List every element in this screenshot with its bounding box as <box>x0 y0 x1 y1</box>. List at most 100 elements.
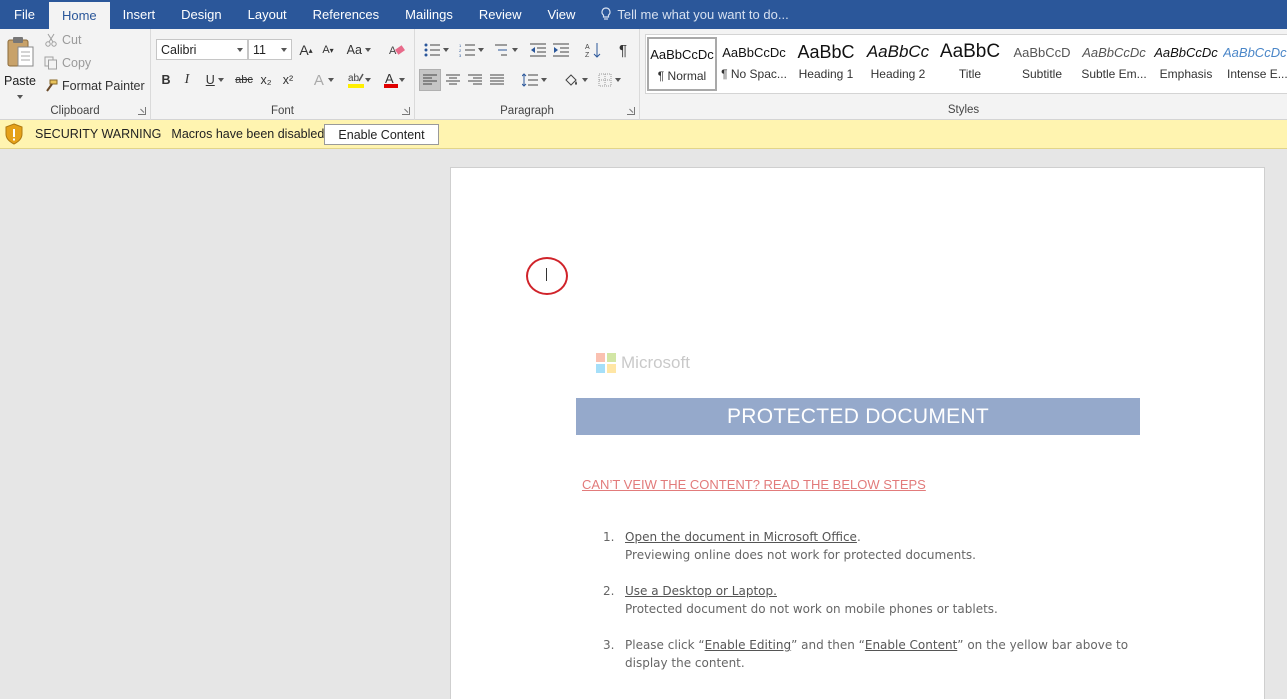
show-formatting-button[interactable]: ¶ <box>613 39 633 61</box>
enable-content-button[interactable]: Enable Content <box>324 124 439 145</box>
svg-text:Z: Z <box>585 52 590 58</box>
step-detail: Protected document do not work on mobile… <box>625 602 998 616</box>
change-case-button[interactable]: Aa <box>343 39 375 61</box>
underline-button[interactable]: U <box>200 69 230 91</box>
style-emphasis[interactable]: AaBbCcDc Emphasis <box>1151 37 1221 91</box>
tab-home[interactable]: Home <box>48 2 110 29</box>
style-name: ¶ Normal <box>657 69 707 83</box>
strikethrough-button[interactable]: abc <box>233 69 255 91</box>
subscript-button[interactable]: x₂ <box>257 69 275 91</box>
align-right-button[interactable] <box>464 69 486 91</box>
clear-formatting-button[interactable]: A <box>387 39 407 61</box>
highlight-color-button[interactable]: ab <box>343 69 375 91</box>
sort-button[interactable]: AZ <box>583 39 603 61</box>
enable-content-link: Enable Content <box>864 638 958 652</box>
security-warning-title: SECURITY WARNING <box>35 127 162 141</box>
ribbon-tab-bar: File Home Insert Design Layout Reference… <box>0 0 1287 29</box>
tab-layout[interactable]: Layout <box>235 0 300 29</box>
chevron-down-icon[interactable] <box>17 95 23 99</box>
cursor-highlight-circle <box>526 257 568 295</box>
style-no-spacing[interactable]: AaBbCcDc ¶ No Spac... <box>719 37 789 91</box>
tab-insert[interactable]: Insert <box>110 0 169 29</box>
font-color-button[interactable]: A <box>379 69 409 91</box>
list-item: 3. Please click “Enable Editing” and the… <box>603 636 1143 672</box>
bold-button[interactable]: B <box>157 69 175 91</box>
tell-me-box[interactable]: Tell me what you want to do... <box>600 0 789 29</box>
shading-button[interactable] <box>559 69 591 91</box>
style-heading-2[interactable]: AaBbCc Heading 2 <box>863 37 933 91</box>
cut-button[interactable]: Cut <box>44 33 81 47</box>
decrease-indent-icon <box>530 43 546 57</box>
format-painter-button[interactable]: Format Painter <box>44 79 145 93</box>
tab-references[interactable]: References <box>300 0 392 29</box>
grow-font-button[interactable]: A ▴ <box>297 39 315 61</box>
increase-indent-icon <box>553 43 569 57</box>
step-punct: . <box>856 530 861 544</box>
font-size-select[interactable]: 11 <box>248 39 292 60</box>
paragraph-dialog-launcher[interactable] <box>627 107 635 115</box>
style-heading-1[interactable]: AaBbC Heading 1 <box>791 37 861 91</box>
line-spacing-button[interactable] <box>518 69 550 91</box>
style-preview: AaBbCcDc <box>1223 44 1287 60</box>
step-text: ” and then “ <box>791 638 865 652</box>
chevron-down-icon <box>540 78 547 82</box>
step-number: 1. <box>603 530 615 544</box>
numbering-button[interactable]: 123 <box>455 39 487 61</box>
style-preview: AaBbCcDc <box>722 44 786 60</box>
tab-mailings[interactable]: Mailings <box>392 0 466 29</box>
style-preview: AaBbCcDc <box>650 46 714 62</box>
tab-review[interactable]: Review <box>466 0 535 29</box>
font-group-label: Font <box>270 105 294 117</box>
step-link: Use a Desktop or Laptop. <box>625 584 777 598</box>
line-spacing-icon <box>521 73 538 87</box>
justify-button[interactable] <box>486 69 508 91</box>
copy-button[interactable]: Copy <box>44 56 91 70</box>
align-center-button[interactable] <box>442 69 464 91</box>
borders-button[interactable] <box>593 69 625 91</box>
tab-design[interactable]: Design <box>168 0 234 29</box>
step-link: Open the document in Microsoft Office <box>625 530 857 544</box>
superscript-button[interactable]: x² <box>279 69 297 91</box>
paste-label: Paste <box>4 74 36 88</box>
format-painter-label: Format Painter <box>62 79 145 93</box>
protected-document-banner: PROTECTED DOCUMENT <box>576 398 1140 435</box>
style-subtle-emphasis[interactable]: AaBbCcDc Subtle Em... <box>1079 37 1149 91</box>
bullet-list-icon <box>424 43 440 57</box>
styles-group-label: Styles <box>947 104 980 116</box>
document-page[interactable]: Microsoft PROTECTED DOCUMENT CAN’T VEIW … <box>450 167 1265 699</box>
clipboard-dialog-launcher[interactable] <box>138 107 146 115</box>
style-normal[interactable]: AaBbCcDc ¶ Normal <box>647 37 717 91</box>
style-preview: AaBbCcDc <box>1154 44 1218 60</box>
paintbrush-icon <box>46 79 58 92</box>
chevron-down-icon <box>442 48 449 52</box>
style-intense-emphasis[interactable]: AaBbCcDc Intense E... <box>1223 37 1287 91</box>
italic-button[interactable]: I <box>178 69 196 91</box>
shrink-font-button[interactable]: A ▾ <box>319 39 337 61</box>
security-warning-message: Macros have been disabled. <box>171 127 328 141</box>
font-dialog-launcher[interactable] <box>402 107 410 115</box>
svg-text:ab: ab <box>348 73 360 84</box>
sort-icon: AZ <box>585 43 601 58</box>
style-preview: AaBbCc <box>866 42 930 61</box>
font-family-select[interactable]: Calibri <box>156 39 248 60</box>
style-name: Heading 1 <box>798 67 854 81</box>
ribbon: Paste Cut Copy Format Painter Clipboard … <box>0 29 1287 120</box>
chevron-down-icon <box>477 48 484 52</box>
tab-file[interactable]: File <box>0 0 49 29</box>
bullets-button[interactable] <box>420 39 452 61</box>
style-subtitle[interactable]: AaBbCcD Subtitle <box>1007 37 1077 91</box>
style-preview: AaBbCcDc <box>1082 44 1146 60</box>
chevron-down-icon <box>365 78 371 82</box>
microsoft-logo-text: Microsoft <box>621 353 690 372</box>
shrink-font-icon: A <box>322 44 330 56</box>
decrease-indent-button[interactable] <box>528 39 548 61</box>
multilevel-list-button[interactable] <box>489 39 521 61</box>
increase-indent-button[interactable] <box>551 39 571 61</box>
align-left-button[interactable] <box>419 69 441 91</box>
text-effects-button[interactable]: A <box>309 69 339 91</box>
chevron-down-icon <box>328 78 335 82</box>
paste-button[interactable]: Paste <box>4 35 36 102</box>
style-title[interactable]: AaBbC Title <box>935 37 1005 91</box>
tab-view[interactable]: View <box>534 0 588 29</box>
font-color-icon: A <box>384 71 398 88</box>
